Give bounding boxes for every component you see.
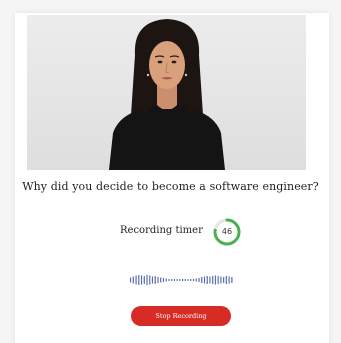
waveform-bar: [160, 277, 162, 283]
waveform-bar: [149, 275, 151, 285]
waveform-bar: [173, 279, 175, 281]
waveform-bar: [162, 278, 165, 282]
waveform-bar: [206, 276, 208, 284]
waveform-bar: [176, 279, 178, 281]
waveform-bar: [201, 277, 203, 283]
waveform-bar: [179, 279, 181, 281]
waveform-bar: [214, 275, 217, 285]
waveform-bar: [184, 279, 186, 281]
waveform-bar: [146, 275, 148, 285]
waveform-bar: [165, 278, 167, 282]
waveform-bar: [130, 277, 132, 283]
timer-label: Recording timer: [120, 225, 203, 236]
stop-recording-button[interactable]: Stop Recording: [131, 306, 231, 326]
waveform-bar: [157, 277, 159, 283]
audio-waveform-icon: [130, 275, 233, 285]
presenter-image: [109, 19, 225, 170]
waveform-bar: [171, 279, 173, 281]
waveform-bar: [140, 275, 143, 285]
waveform-bar: [212, 276, 214, 284]
waveform-bar: [225, 276, 227, 284]
waveform-bar: [192, 279, 195, 281]
waveform-bar: [187, 279, 189, 281]
waveform-bar: [190, 279, 192, 281]
waveform-bar: [228, 276, 230, 284]
interview-question: Why did you decide to become a software …: [22, 180, 319, 193]
waveform-bar: [223, 277, 225, 283]
waveform-bar: [198, 278, 200, 282]
recording-timer: Recording timer 46: [0, 217, 341, 247]
waveform-bar: [154, 276, 156, 284]
waveform-bar: [231, 277, 233, 283]
waveform-bar: [168, 279, 170, 281]
waveform-bar: [143, 276, 145, 284]
waveform-bar: [195, 278, 197, 282]
timer-value: 46: [221, 227, 233, 236]
waveform-bar: [203, 276, 206, 284]
waveform-bar: [217, 276, 219, 284]
waveform-bar: [135, 275, 137, 285]
waveform-bar: [151, 276, 154, 284]
waveform-bar: [182, 279, 184, 281]
waveform-bar: [138, 275, 140, 285]
video-feed: [27, 15, 306, 170]
waveform-bar: [132, 276, 134, 284]
waveform-bar: [209, 276, 211, 284]
waveform-bar: [220, 276, 222, 284]
